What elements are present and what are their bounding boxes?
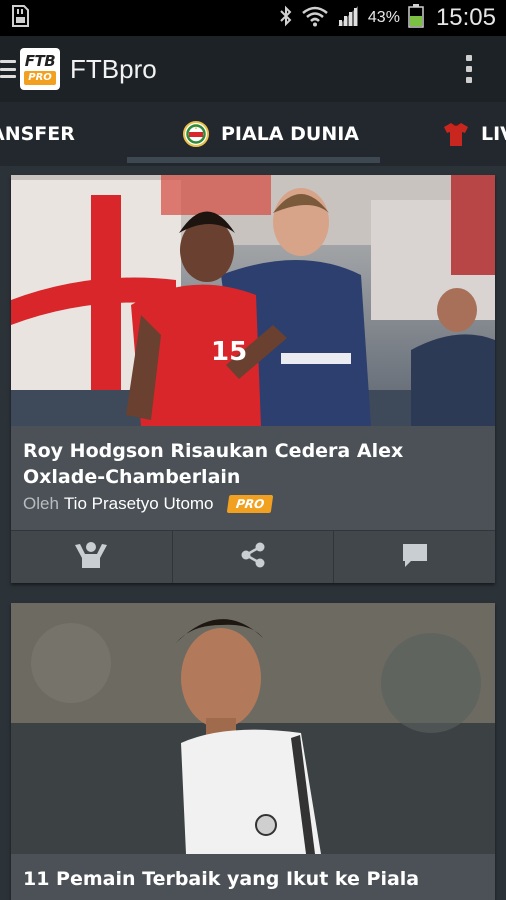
clock: 15:05: [435, 4, 496, 31]
signal-icon: [336, 5, 360, 32]
byline-prefix: Oleh: [23, 494, 59, 513]
article-title[interactable]: Roy Hodgson Risaukan Cedera Alex Oxlade-…: [23, 438, 481, 490]
app-bar: FTB PRO FTBpro: [0, 36, 506, 102]
app-logo[interactable]: FTB PRO: [20, 48, 60, 90]
sd-card-icon: [10, 4, 30, 32]
world-cup-icon: [183, 121, 209, 147]
byline-author[interactable]: Tio Prasetyo Utomo: [64, 494, 214, 514]
status-bar: 43% 15:05: [0, 0, 506, 36]
article-actions: [11, 530, 496, 583]
share-button[interactable]: [172, 531, 335, 583]
article-card[interactable]: 11 Pemain Terbaik yang Ikut ke Piala: [11, 603, 495, 900]
app-title: FTBpro: [70, 53, 157, 84]
wifi-icon: [302, 5, 328, 32]
article-text[interactable]: 11 Pemain Terbaik yang Ikut ke Piala: [11, 854, 495, 900]
pro-badge: PRO: [226, 495, 274, 513]
tab-label: ANSFER: [0, 123, 75, 145]
share-icon: [239, 541, 267, 574]
svg-text:15: 15: [211, 337, 247, 367]
tab-label: PIALA DUNIA: [221, 123, 360, 145]
article-card[interactable]: 15 Roy Hodgson Risaukan Cedera Alex Oxla…: [11, 175, 496, 583]
article-text[interactable]: Roy Hodgson Risaukan Cedera Alex Oxlade-…: [11, 426, 495, 530]
battery-percent: 43%: [367, 9, 400, 26]
comment-button[interactable]: [334, 531, 496, 583]
article-title[interactable]: 11 Pemain Terbaik yang Ikut ke Piala: [23, 866, 481, 892]
article-image[interactable]: 15: [11, 175, 495, 426]
cheer-icon: [73, 541, 109, 574]
selected-tab-indicator: [127, 157, 380, 163]
menu-icon[interactable]: [0, 60, 16, 78]
battery-icon: [408, 3, 424, 33]
comment-icon: [401, 541, 429, 574]
jersey-icon: [443, 121, 469, 147]
article-byline: Oleh Tio Prasetyo Utomo PRO: [23, 494, 481, 514]
overflow-menu-icon[interactable]: [466, 55, 472, 83]
tab-label: LIV: [481, 123, 506, 145]
cheer-button[interactable]: [11, 531, 173, 583]
bluetooth-icon: [278, 5, 294, 32]
tab-transfer[interactable]: ANSFER: [0, 102, 75, 166]
article-image[interactable]: [11, 603, 495, 854]
tab-live[interactable]: LIV: [443, 102, 506, 166]
